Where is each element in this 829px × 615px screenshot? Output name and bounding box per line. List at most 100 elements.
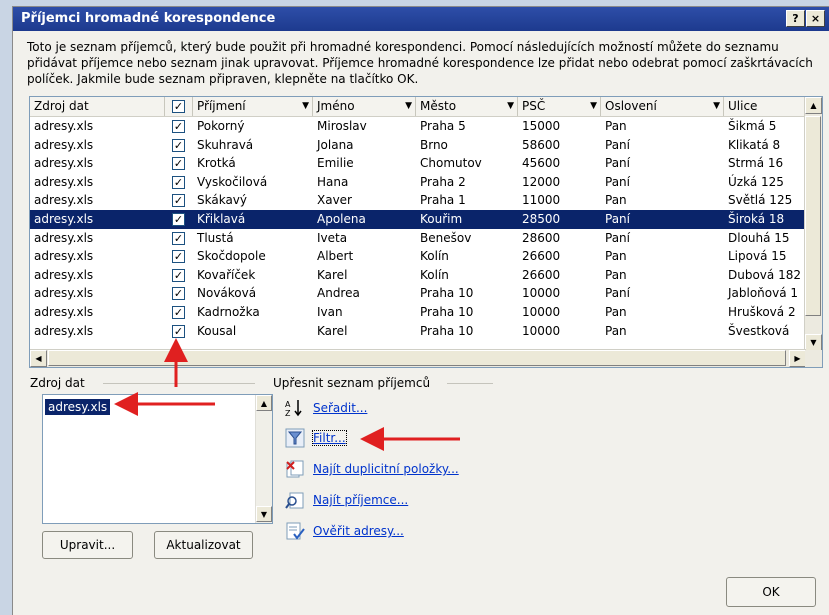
ok-button[interactable]: OK bbox=[726, 577, 816, 607]
svg-text:Z: Z bbox=[285, 409, 291, 418]
source-list[interactable]: adresy.xls ▲ ▼ bbox=[42, 394, 273, 524]
scroll-left-icon[interactable]: ◀ bbox=[30, 350, 47, 367]
cell-firstname: Apolena bbox=[317, 212, 366, 226]
close-button[interactable]: × bbox=[806, 10, 825, 27]
row-checkbox[interactable]: ✓ bbox=[172, 175, 185, 189]
cell-zip: 10000 bbox=[522, 323, 561, 338]
horizontal-scrollbar[interactable]: ◀ ▶ bbox=[30, 349, 806, 367]
sort-az-icon: AZ bbox=[285, 398, 305, 418]
cell-source: adresy.xls bbox=[34, 137, 94, 152]
col-header-surname[interactable]: Příjmení ▼ bbox=[193, 97, 313, 116]
table-row[interactable]: adresy.xls ✓ Pokorný Miroslav Praha 5 15000 Pa… bbox=[30, 117, 806, 136]
header-checkbox[interactable]: ✓ bbox=[172, 100, 185, 113]
cell-surname: Tlustá bbox=[197, 230, 234, 245]
dropdown-arrow-icon[interactable]: ▼ bbox=[713, 97, 720, 116]
dropdown-arrow-icon[interactable]: ▼ bbox=[302, 97, 309, 116]
row-checkbox[interactable]: ✓ bbox=[172, 306, 185, 319]
help-button[interactable]: ? bbox=[786, 10, 805, 27]
find-recipient-link[interactable]: Najít příjemce... bbox=[313, 493, 408, 507]
row-checkbox[interactable]: ✓ bbox=[172, 157, 185, 171]
row-checkbox[interactable]: ✓ bbox=[172, 194, 185, 208]
table-row[interactable]: adresy.xls ✓ Vyskočilová Hana Praha 2 12000 Pa… bbox=[30, 173, 806, 192]
source-list-item[interactable]: adresy.xls bbox=[45, 399, 111, 415]
find-duplicates-link[interactable]: Najít duplicitní položky... bbox=[313, 462, 459, 476]
cell-salutation: Pan bbox=[605, 193, 627, 208]
refresh-button[interactable]: Aktualizovat bbox=[154, 531, 253, 559]
cell-surname: Kadrnožka bbox=[197, 305, 260, 319]
dropdown-arrow-icon[interactable]: ▼ bbox=[405, 97, 412, 116]
col-header-salutation[interactable]: Oslovení ▼ bbox=[601, 97, 724, 116]
cell-surname: Kousal bbox=[197, 323, 237, 338]
cell-firstname: Karel bbox=[317, 267, 348, 282]
cell-source: adresy.xls bbox=[34, 249, 94, 264]
col-header-check[interactable]: ✓ bbox=[165, 97, 193, 116]
filter-link[interactable]: Filtr... bbox=[312, 430, 347, 446]
hscroll-thumb[interactable] bbox=[48, 350, 786, 366]
source-list-scrollbar[interactable]: ▲ ▼ bbox=[255, 395, 272, 523]
row-checkbox[interactable]: ✓ bbox=[172, 287, 185, 301]
col-header-source[interactable]: Zdroj dat bbox=[30, 97, 165, 116]
scroll-thumb[interactable] bbox=[805, 116, 821, 316]
row-checkbox[interactable]: ✓ bbox=[172, 231, 185, 245]
cell-surname: Kovaříček bbox=[197, 267, 256, 282]
row-checkbox[interactable]: ✓ bbox=[172, 250, 185, 264]
scroll-down-icon[interactable]: ▼ bbox=[256, 506, 272, 522]
divider bbox=[103, 383, 255, 384]
vertical-scrollbar[interactable]: ▲ ▼ bbox=[804, 97, 822, 351]
col-header-zip[interactable]: PSČ ▼ bbox=[518, 97, 601, 116]
cell-street: Švestková bbox=[728, 323, 790, 338]
recipients-grid[interactable]: Zdroj dat ✓ Příjmení ▼ Jméno ▼ Město ▼ PSČ ▼… bbox=[29, 96, 823, 368]
table-row[interactable]: adresy.xls ✓ Tlustá Iveta Benešov 28600 Paní Dl… bbox=[30, 229, 806, 248]
table-row[interactable]: adresy.xls ✓ Skákavý Xaver Praha 1 11000 Pan Sv… bbox=[30, 191, 806, 210]
dropdown-arrow-icon[interactable]: ▼ bbox=[507, 97, 514, 116]
cell-surname: Skočdopole bbox=[197, 249, 266, 264]
cell-salutation: Paní bbox=[605, 286, 630, 301]
row-checkbox[interactable]: ✓ bbox=[172, 120, 185, 133]
scroll-up-icon[interactable]: ▲ bbox=[805, 97, 822, 114]
validate-address-icon bbox=[285, 521, 305, 541]
grid-header: Zdroj dat ✓ Příjmení ▼ Jméno ▼ Město ▼ PSČ ▼… bbox=[30, 97, 806, 117]
cell-source: adresy.xls bbox=[34, 193, 94, 208]
scroll-corner bbox=[805, 350, 822, 367]
cell-city: Praha 10 bbox=[420, 323, 474, 338]
cell-source: adresy.xls bbox=[34, 156, 94, 171]
cell-firstname: Jolana bbox=[317, 137, 354, 152]
cell-source: adresy.xls bbox=[34, 323, 94, 338]
cell-street: Úzká 125 bbox=[728, 174, 784, 189]
table-row[interactable]: adresy.xls ✓ Krotká Emilie Chomutov 45600 Paní… bbox=[30, 154, 806, 173]
dialog-title: Příjemci hromadné korespondence bbox=[21, 11, 276, 26]
cell-salutation: Pan bbox=[605, 249, 627, 264]
find-duplicates-icon bbox=[285, 459, 305, 479]
row-checkbox[interactable]: ✓ bbox=[172, 138, 185, 152]
cell-firstname: Xaver bbox=[317, 193, 352, 208]
table-row[interactable]: adresy.xls ✓ Křiklavá Apolena Kouřim 28500 Pan… bbox=[30, 210, 806, 229]
row-checkbox[interactable]: ✓ bbox=[172, 268, 185, 282]
table-row[interactable]: adresy.xls ✓ Kousal Karel Praha 10 10000 Pan Šv… bbox=[30, 322, 806, 341]
cell-zip: 45600 bbox=[522, 156, 561, 171]
cell-firstname: Andrea bbox=[317, 286, 360, 301]
col-header-street[interactable]: Ulice bbox=[724, 97, 806, 116]
row-checkbox[interactable]: ✓ bbox=[172, 213, 185, 226]
validate-address-link[interactable]: Ověřit adresy... bbox=[313, 524, 404, 538]
col-header-city[interactable]: Město ▼ bbox=[416, 97, 518, 116]
cell-salutation: Paní bbox=[605, 137, 630, 152]
dropdown-arrow-icon[interactable]: ▼ bbox=[590, 97, 597, 116]
cell-surname: Nováková bbox=[197, 286, 257, 301]
sort-link[interactable]: Seřadit... bbox=[313, 401, 367, 415]
scroll-up-icon[interactable]: ▲ bbox=[256, 395, 272, 411]
cell-source: adresy.xls bbox=[34, 286, 94, 301]
table-row[interactable]: adresy.xls ✓ Kadrnožka Ivan Praha 10 10000 Pan… bbox=[30, 303, 806, 322]
cell-salutation: Pan bbox=[605, 119, 627, 133]
scroll-down-icon[interactable]: ▼ bbox=[805, 334, 822, 351]
mail-merge-recipients-dialog: Příjemci hromadné korespondence ? × Toto… bbox=[12, 6, 829, 615]
table-row[interactable]: adresy.xls ✓ Skočdopole Albert Kolín 26600 Pan… bbox=[30, 247, 806, 266]
table-row[interactable]: adresy.xls ✓ Nováková Andrea Praha 10 10000 Pa… bbox=[30, 284, 806, 303]
table-row[interactable]: adresy.xls ✓ Kovaříček Karel Kolín 26600 Pan Du… bbox=[30, 266, 806, 285]
col-header-firstname[interactable]: Jméno ▼ bbox=[313, 97, 416, 116]
row-checkbox[interactable]: ✓ bbox=[172, 324, 185, 338]
cell-source: adresy.xls bbox=[34, 174, 94, 189]
refine-group-label: Upřesnit seznam příjemců bbox=[273, 376, 435, 390]
table-row[interactable]: adresy.xls ✓ Skuhravá Jolana Brno 58600 Paní Kl… bbox=[30, 136, 806, 155]
edit-button[interactable]: Upravit... bbox=[42, 531, 133, 559]
scroll-right-icon[interactable]: ▶ bbox=[789, 350, 806, 367]
